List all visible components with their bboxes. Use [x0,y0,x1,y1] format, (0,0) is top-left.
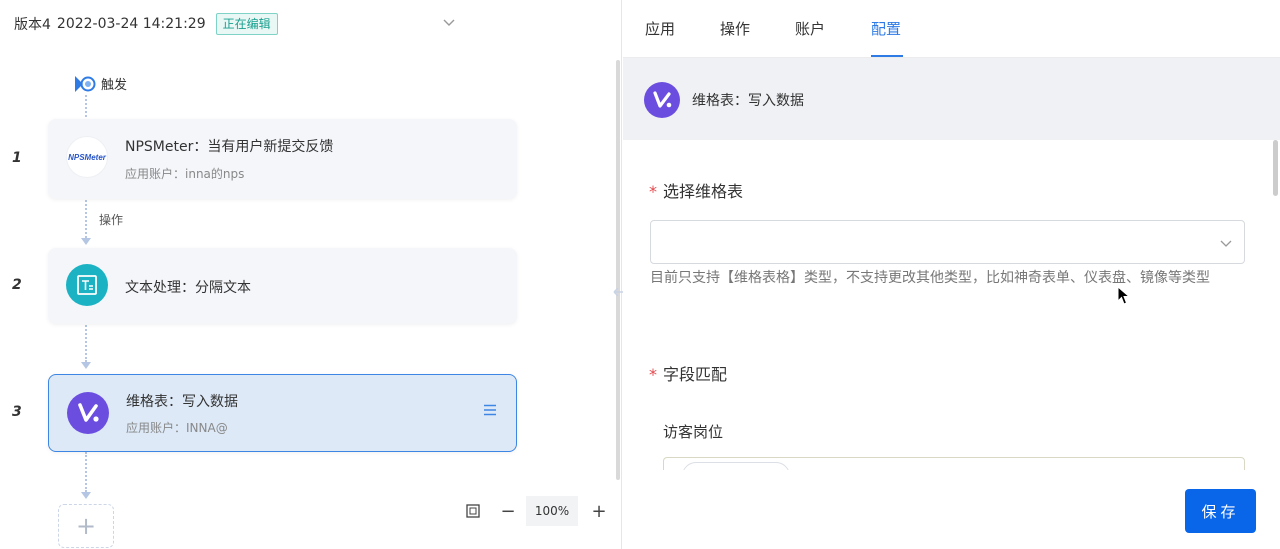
step-title: 文本处理：分隔文本 [125,280,251,296]
step-number: 3 [12,404,22,420]
step-card-vika[interactable]: 维格表：写入数据 应用账户：INNA@ [48,374,517,452]
vika-logo-icon [644,82,680,118]
footer-bar [623,470,1280,549]
mouse-cursor-icon [1117,286,1131,305]
npsmeter-logo-icon: NPSMeter [66,136,108,178]
zoom-in-button[interactable]: + [588,500,610,522]
step-card-npsmeter[interactable]: NPSMeter NPSMeter：当有用户新提交反馈 应用账户：inna的np… [48,119,517,199]
operation-label: 操作 [99,213,124,227]
chevron-down-icon[interactable] [443,16,455,28]
connector-arrow [81,362,91,369]
add-step-button[interactable]: + [58,504,114,548]
connector [85,95,87,117]
trigger-node[interactable]: 触发 [74,74,127,93]
step-account: 应用账户：inna的nps [125,167,245,181]
flow-panel: 版本4 2022-03-24 14:21:29 正在编辑 触发 操作 1 NPS… [0,0,631,549]
config-panel: 应用 操作 账户 配置 维格表：写入数据 * 选择维格表 目前只支持【维格表格】类… [623,0,1280,549]
status-badge: 正在编辑 [215,13,278,35]
required-mark: * [649,182,657,201]
step-number: 1 [12,150,22,166]
step-title: 维格表：写入数据 [126,394,238,410]
step-card-text-processing[interactable]: 文本处理：分隔文本 [48,248,517,324]
app-header: 维格表：写入数据 [623,58,1280,140]
zoom-out-button[interactable]: − [497,500,519,522]
tab-operation[interactable]: 操作 [720,18,750,39]
chevron-down-icon [1220,240,1232,247]
field-name: 访客岗位 [663,423,724,441]
trigger-label: 触发 [101,78,128,93]
select-sheet-label: * 选择维格表 [649,182,744,201]
connector [85,200,87,238]
tab-app[interactable]: 应用 [645,18,675,39]
sheet-hint: 目前只支持【维格表格】类型，不支持更改其他类型，比如神奇表单、仪表盘、镜像等类型 [650,270,1210,286]
connector-arrow [81,492,91,499]
tab-config[interactable]: 配置 [871,18,901,39]
tab-bar: 应用 操作 账户 配置 [623,0,1280,58]
field-match-label: * 字段匹配 [649,365,728,384]
version-label: 版本4 [14,17,51,33]
tab-account[interactable]: 账户 [795,18,825,39]
required-mark: * [649,365,657,384]
connector [85,322,87,362]
connector [85,452,87,492]
save-button[interactable]: 保存 [1185,489,1256,533]
scrollbar[interactable] [1273,140,1278,196]
active-tab-indicator [871,55,903,57]
sheet-select[interactable] [650,220,1245,264]
menu-icon[interactable] [483,404,497,416]
trigger-icon [75,75,96,92]
version-timestamp: 2022-03-24 14:21:29 [56,16,206,32]
vika-logo-icon [67,392,109,434]
text-tool-icon [66,264,108,306]
app-title: 维格表：写入数据 [692,93,804,109]
scrollbar[interactable] [616,60,620,480]
step-account: 应用账户：INNA@ [126,421,228,435]
zoom-level: 100% [526,496,578,526]
step-number: 2 [12,277,22,293]
version-bar: 版本4 2022-03-24 14:21:29 正在编辑 [14,12,278,36]
fit-screen-icon[interactable] [462,500,484,522]
connector-arrow [81,238,91,245]
step-title: NPSMeter：当有用户新提交反馈 [125,139,334,155]
